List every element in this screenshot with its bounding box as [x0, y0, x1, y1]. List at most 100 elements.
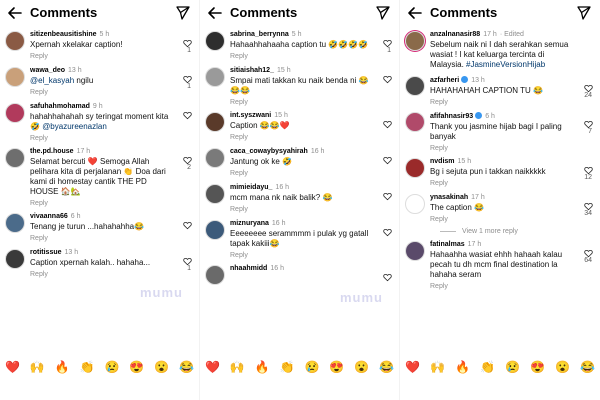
avatar[interactable] [5, 31, 25, 51]
emoji-reaction-button[interactable]: 🙌 [430, 360, 445, 374]
username-link[interactable]: safuhahmohamad [30, 103, 90, 110]
avatar[interactable] [5, 103, 25, 123]
reply-button[interactable]: Reply [430, 216, 578, 223]
like-heart-icon[interactable] [383, 35, 392, 48]
emoji-reaction-button[interactable]: ❤️ [405, 360, 420, 374]
emoji-reaction-button[interactable]: 👏 [80, 360, 95, 374]
emoji-reaction-button[interactable]: 😢 [304, 360, 319, 374]
emoji-reaction-button[interactable]: 😍 [530, 360, 545, 374]
reply-button[interactable]: Reply [230, 53, 377, 60]
like-heart-icon[interactable] [383, 269, 392, 282]
emoji-reaction-button[interactable]: 😢 [104, 360, 119, 374]
emoji-reaction-button[interactable]: 😍 [129, 360, 144, 374]
share-icon[interactable] [175, 5, 191, 21]
reply-button[interactable]: Reply [30, 271, 177, 278]
emoji-reaction-button[interactable]: ❤️ [205, 360, 220, 374]
like-heart-icon[interactable] [584, 116, 593, 129]
avatar[interactable] [205, 184, 225, 204]
avatar[interactable] [205, 148, 225, 168]
emoji-reaction-button[interactable]: 🙌 [30, 360, 45, 374]
reply-button[interactable]: Reply [230, 206, 377, 213]
reply-button[interactable]: Reply [30, 135, 177, 142]
like-heart-icon[interactable] [183, 253, 192, 266]
reply-button[interactable]: Reply [230, 170, 377, 177]
reply-button[interactable]: Reply [430, 145, 578, 152]
back-arrow-icon[interactable] [407, 5, 423, 21]
like-heart-icon[interactable] [383, 152, 392, 165]
emoji-reaction-button[interactable]: 🔥 [455, 360, 470, 374]
emoji-reaction-button[interactable]: 😂 [379, 360, 394, 374]
like-heart-icon[interactable] [383, 116, 392, 129]
like-heart-icon[interactable] [584, 162, 593, 175]
like-heart-icon[interactable] [183, 107, 192, 120]
like-heart-icon[interactable] [183, 152, 192, 165]
username-link[interactable]: anzalnanasir88 [430, 31, 480, 38]
share-icon[interactable] [576, 5, 592, 21]
avatar[interactable] [205, 220, 225, 240]
emoji-reaction-button[interactable]: 😍 [329, 360, 344, 374]
like-heart-icon[interactable] [383, 71, 392, 84]
username-link[interactable]: sitiaishah12_ [230, 67, 274, 74]
username-link[interactable]: caca_cowaybysyahirah [230, 148, 308, 155]
emoji-reaction-button[interactable]: 😮 [354, 360, 369, 374]
share-icon[interactable] [375, 5, 391, 21]
emoji-reaction-button[interactable]: 😂 [580, 360, 595, 374]
avatar[interactable] [405, 31, 425, 51]
username-link[interactable]: nvdism [430, 158, 455, 165]
reply-button[interactable]: Reply [230, 99, 377, 106]
like-heart-icon[interactable] [183, 71, 192, 84]
reply-button[interactable]: Reply [230, 134, 377, 141]
username-link[interactable]: wawa_deo [30, 67, 65, 74]
avatar[interactable] [405, 76, 425, 96]
reply-button[interactable]: Reply [30, 235, 177, 242]
avatar[interactable] [5, 249, 25, 269]
avatar[interactable] [205, 112, 225, 132]
username-link[interactable]: int.syszwani [230, 112, 271, 119]
reply-button[interactable]: Reply [430, 99, 578, 106]
username-link[interactable]: ynasakinah [430, 194, 468, 201]
username-link[interactable]: afifahnasir93 [430, 113, 473, 120]
username-link[interactable]: the.pd.house [30, 148, 74, 155]
emoji-reaction-button[interactable]: 🔥 [55, 360, 70, 374]
like-heart-icon[interactable] [383, 224, 392, 237]
like-heart-icon[interactable] [383, 188, 392, 201]
like-heart-icon[interactable] [183, 35, 192, 48]
avatar[interactable] [205, 31, 225, 51]
emoji-reaction-button[interactable]: 😢 [505, 360, 520, 374]
hashtag-link[interactable]: #JasmineVersionHijab [466, 60, 545, 69]
avatar[interactable] [205, 67, 225, 87]
view-more-label[interactable]: View 1 more reply [462, 228, 518, 235]
username-link[interactable]: mimieidayu_ [230, 184, 272, 191]
username-link[interactable]: sabrina_berrynna [230, 31, 289, 38]
avatar[interactable] [5, 148, 25, 168]
avatar[interactable] [405, 241, 425, 261]
avatar[interactable] [5, 67, 25, 87]
avatar[interactable] [205, 265, 225, 285]
username-link[interactable]: rotitissue [30, 249, 62, 256]
emoji-reaction-button[interactable]: 🔥 [255, 360, 270, 374]
like-heart-icon[interactable] [584, 245, 593, 258]
avatar[interactable] [5, 213, 25, 233]
emoji-reaction-button[interactable]: ❤️ [5, 360, 20, 374]
emoji-reaction-button[interactable]: 😮 [154, 360, 169, 374]
emoji-reaction-button[interactable]: 👏 [480, 360, 495, 374]
reply-button[interactable]: Reply [430, 180, 578, 187]
like-heart-icon[interactable] [584, 80, 593, 93]
mention-link[interactable]: @el_kasyah [30, 76, 74, 85]
reply-button[interactable]: Reply [430, 283, 578, 290]
username-link[interactable]: fatinalmas [430, 241, 465, 248]
avatar[interactable] [405, 158, 425, 178]
avatar[interactable] [405, 194, 425, 214]
back-arrow-icon[interactable] [7, 5, 23, 21]
reply-button[interactable]: Reply [230, 252, 377, 259]
username-link[interactable]: nhaahmidd [230, 265, 267, 272]
like-heart-icon[interactable] [584, 198, 593, 211]
view-more-replies-link[interactable]: View 1 more reply [440, 228, 600, 235]
username-link[interactable]: azfarheri [430, 77, 459, 84]
reply-button[interactable]: Reply [30, 200, 177, 207]
emoji-reaction-button[interactable]: 😂 [179, 360, 194, 374]
username-link[interactable]: vivaanna66 [30, 213, 68, 220]
like-heart-icon[interactable] [183, 217, 192, 230]
avatar[interactable] [405, 112, 425, 132]
back-arrow-icon[interactable] [207, 5, 223, 21]
